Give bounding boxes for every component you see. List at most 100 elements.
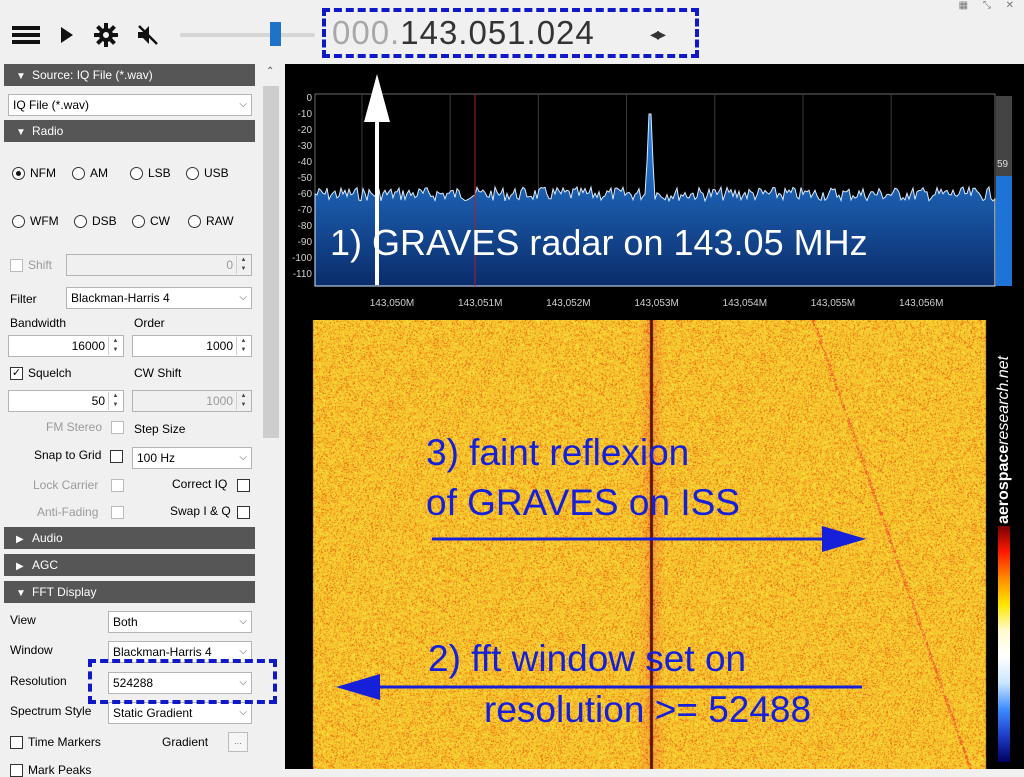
- snap-to-grid-checkbox[interactable]: [110, 450, 123, 463]
- section-radio[interactable]: ▼ Radio: [4, 120, 255, 142]
- section-audio[interactable]: ▶ Audio: [4, 527, 255, 549]
- order-label: Order: [134, 316, 165, 330]
- spinner-icon[interactable]: ▲ ▼: [236, 337, 250, 355]
- watermark-bold: aerospace: [995, 445, 1012, 524]
- correct-iq-checkbox[interactable]: [237, 479, 250, 492]
- mode-radio-usb[interactable]: [186, 167, 199, 180]
- select-value: IQ File (*.wav): [13, 98, 90, 112]
- shift-checkbox[interactable]: [10, 259, 23, 272]
- section-agc[interactable]: ▶ AGC: [4, 554, 255, 576]
- filter-select[interactable]: Blackman-Harris 4 ⌵: [66, 287, 252, 309]
- svg-text:aerospaceresearch.net: aerospaceresearch.net: [995, 355, 1012, 524]
- mode-label-lsb: LSB: [148, 166, 171, 180]
- spectrum-view[interactable]: 0 -10 -20 -30 -40 -50 -60 -70 -80 -90 -100 -110 143…: [285, 64, 1024, 320]
- input-value: 50: [91, 394, 105, 408]
- input-value: 16000: [71, 339, 105, 353]
- y-tick-label: -20: [298, 125, 313, 136]
- view-select[interactable]: Both ⌵: [108, 611, 252, 633]
- spinner-icon[interactable]: ▲ ▼: [108, 392, 122, 410]
- y-tick-label: -90: [298, 237, 313, 248]
- mode-radio-cw[interactable]: [132, 215, 145, 228]
- section-title: Radio: [32, 124, 64, 138]
- spinner-icon[interactable]: ▲ ▼: [108, 337, 122, 355]
- filter-label: Filter: [10, 292, 37, 306]
- mark-peaks-label: Mark Peaks: [28, 763, 92, 777]
- annotation-reflexion-line2: of GRAVES on ISS: [426, 482, 740, 523]
- expand-arrow-icon: ▶: [16, 534, 24, 545]
- cw-shift-input[interactable]: 1000 ▲ ▼: [132, 390, 252, 412]
- chevron-down-icon: ⌵: [239, 707, 247, 718]
- signal-level-fill: [996, 176, 1012, 286]
- fm-stereo-label: FM Stereo: [46, 420, 103, 434]
- snap-to-grid-label: Snap to Grid: [34, 448, 102, 462]
- y-tick-label: -50: [298, 173, 313, 184]
- view-label: View: [10, 613, 36, 627]
- bandwidth-label: Bandwidth: [10, 316, 67, 330]
- mode-radio-am[interactable]: [72, 167, 85, 180]
- spinner-icon[interactable]: ▲ ▼: [236, 392, 250, 410]
- mark-peaks-checkbox[interactable]: [10, 764, 23, 777]
- mode-radio-lsb[interactable]: [130, 167, 143, 180]
- swap-iq-checkbox[interactable]: [237, 506, 250, 519]
- annotation-left-arrow: [336, 674, 862, 700]
- y-tick-label: -70: [298, 205, 313, 216]
- scroll-up-icon[interactable]: ⌃: [266, 66, 274, 77]
- mode-radio-dsb[interactable]: [74, 215, 87, 228]
- mode-radio-raw[interactable]: [188, 215, 201, 228]
- scrollbar-thumb[interactable]: [263, 86, 279, 438]
- mode-label-am: AM: [90, 166, 108, 180]
- time-markers-checkbox[interactable]: [10, 736, 23, 749]
- section-source[interactable]: ▼ Source: IQ File (*.wav): [4, 64, 255, 86]
- annotation-right-arrow: [432, 526, 866, 552]
- annotation-up-arrow: [364, 74, 390, 285]
- shift-input[interactable]: 0 ▲ ▼: [66, 254, 252, 276]
- squelch-label: Squelch: [28, 366, 72, 380]
- spinner-icon[interactable]: ▲ ▼: [236, 256, 250, 274]
- mode-radio-wfm[interactable]: [12, 215, 25, 228]
- y-tick-label: 0: [306, 93, 312, 104]
- squelch-input[interactable]: 50 ▲ ▼: [8, 390, 124, 412]
- x-tick-label: 143,053M: [634, 298, 678, 309]
- spectrum-style-select[interactable]: Static Gradient ⌵: [108, 702, 252, 724]
- collapse-arrow-icon: ▼: [16, 127, 26, 138]
- mode-label-dsb: DSB: [92, 214, 117, 228]
- squelch-checkbox[interactable]: ✓: [10, 367, 23, 380]
- gradient-button[interactable]: ...: [228, 732, 248, 752]
- input-value: 1000: [206, 339, 233, 353]
- x-tick-label: 143,056M: [899, 298, 943, 309]
- watermark: aerospaceresearch.net: [990, 336, 1016, 756]
- input-value: 0: [226, 258, 233, 272]
- x-tick-label: 143,050M: [370, 298, 414, 309]
- volume-slider-thumb[interactable]: [270, 22, 281, 46]
- select-value: Blackman-Harris 4: [71, 291, 170, 305]
- section-title: FFT Display: [32, 585, 97, 599]
- step-size-select[interactable]: 100 Hz ⌵: [132, 447, 252, 469]
- gear-icon[interactable]: [92, 20, 120, 50]
- gradient-label: Gradient: [162, 735, 209, 749]
- order-input[interactable]: 1000 ▲ ▼: [132, 335, 252, 357]
- lock-carrier-label: Lock Carrier: [33, 478, 99, 492]
- spectrum-plot: 0 -10 -20 -30 -40 -50 -60 -70 -80 -90 -100 -110 143…: [292, 93, 996, 309]
- bandwidth-input[interactable]: 16000 ▲ ▼: [8, 335, 124, 357]
- y-tick-label: -40: [298, 157, 313, 168]
- expand-arrow-icon: ▶: [16, 561, 24, 572]
- play-icon[interactable]: [58, 20, 76, 50]
- mode-label-raw: RAW: [206, 214, 234, 228]
- mode-label-usb: USB: [204, 166, 229, 180]
- lock-carrier-checkbox[interactable]: [111, 479, 124, 492]
- y-tick-label: -80: [298, 221, 313, 232]
- speaker-mute-icon[interactable]: [134, 20, 162, 50]
- volume-slider-track[interactable]: [180, 33, 315, 37]
- section-fft-display[interactable]: ▼ FFT Display: [4, 581, 255, 603]
- x-tick-label: 143,051M: [458, 298, 502, 309]
- anti-fading-label: Anti-Fading: [37, 505, 99, 519]
- anti-fading-checkbox[interactable]: [111, 506, 124, 519]
- chevron-down-icon: ⌵: [239, 292, 247, 303]
- mode-radio-nfm[interactable]: [12, 167, 25, 180]
- window-controls[interactable]: ▦ ⤡ ✕: [959, 0, 1020, 11]
- fm-stereo-checkbox[interactable]: [111, 421, 124, 434]
- source-select[interactable]: IQ File (*.wav) ⌵: [8, 94, 252, 116]
- cw-shift-label: CW Shift: [134, 366, 182, 380]
- x-tick-label: 143,052M: [546, 298, 590, 309]
- menu-icon[interactable]: [10, 20, 42, 50]
